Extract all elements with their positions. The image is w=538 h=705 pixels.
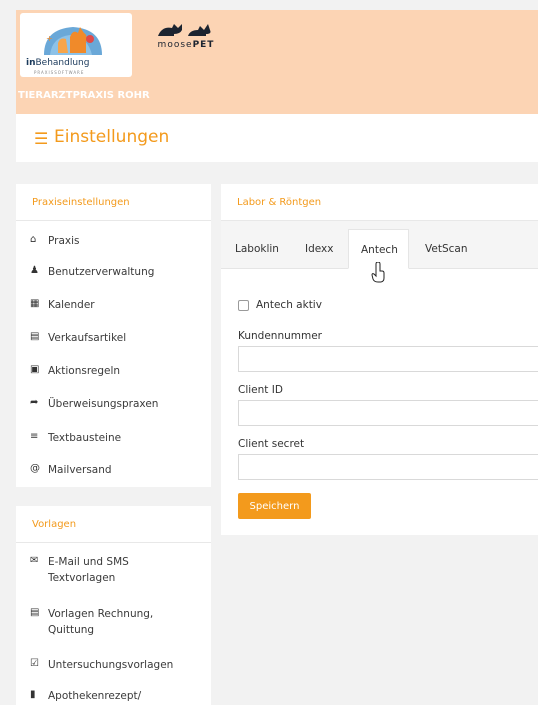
sidebar-item-label-line2: Quittung xyxy=(48,624,95,636)
tab-antech-label: Antech xyxy=(361,244,398,256)
practice-name: TIERARZTPRAXIS ROHR xyxy=(18,90,150,101)
client-id-input[interactable] xyxy=(238,400,538,426)
sidebar-item-label: Apothekenrezept/ xyxy=(48,690,142,702)
sidebar-item-label: Mailversand xyxy=(48,464,112,476)
client-secret-input[interactable] xyxy=(238,454,538,480)
antech-active-label: Antech aktiv xyxy=(256,299,322,311)
sidebar-item-email-sms-textvorlagen[interactable]: ✉ E-Mail und SMS Textvorlagen xyxy=(30,554,129,586)
tab-vetscan[interactable]: VetScan xyxy=(425,229,467,269)
sidebar-item-label-line2: Textvorlagen xyxy=(48,572,116,584)
pet-text: PET xyxy=(192,40,215,50)
sidebar-item-label: Verkaufsartikel xyxy=(48,332,127,344)
templates-sidebar: Vorlagen ✉ E-Mail und SMS Textvorlagen ▤ … xyxy=(16,506,211,705)
sidebar-item-label: Aktionsregeln xyxy=(48,365,121,377)
sidebar-item-ueberweisungspraxen[interactable]: ➦ Überweisungspraxen xyxy=(30,396,158,412)
cart-icon: ▤ xyxy=(30,331,40,342)
antech-active-row[interactable]: Antech aktiv xyxy=(238,299,322,311)
sidebar-item-apothekenrezept[interactable]: ▮ Apothekenrezept/ xyxy=(30,688,141,704)
moose-text: moose xyxy=(157,40,193,50)
antech-active-checkbox[interactable] xyxy=(238,299,249,311)
robot-icon: ▣ xyxy=(30,364,40,375)
sidebar-item-label: Praxis xyxy=(48,235,80,247)
lab-section-title: Labor & Röntgen xyxy=(221,184,538,221)
sidebar-item-label: Benutzerverwaltung xyxy=(48,266,155,278)
receipt-icon: ▤ xyxy=(30,607,40,618)
hand-cursor-icon xyxy=(371,262,385,283)
share-icon: ➦ xyxy=(30,397,39,408)
home-icon: ⌂ xyxy=(30,234,37,245)
kundennummer-input[interactable] xyxy=(238,346,538,372)
at-icon: @ xyxy=(30,463,40,474)
app-header: + inBehandlung PRAXISSOFTWARE moosePET T… xyxy=(16,10,538,114)
sidebar-item-label: Textbausteine xyxy=(48,432,122,444)
sidebar-item-label: Kalender xyxy=(48,299,95,311)
svg-text:+: + xyxy=(46,34,53,43)
logo-text-rest: Behandlung xyxy=(35,58,90,68)
save-button[interactable]: Speichern xyxy=(238,493,311,519)
envelope-icon: ✉ xyxy=(30,555,39,566)
lab-settings-panel: Labor & Röntgen Laboklin Idexx Antech Ve… xyxy=(221,184,538,535)
tab-idexx[interactable]: Idexx xyxy=(305,229,333,269)
page-title: Einstellungen xyxy=(54,127,170,147)
sidebar-item-verkaufsartikel[interactable]: ▤ Verkaufsartikel xyxy=(30,330,126,346)
settings-sidebar: Praxiseinstellungen ⌂ Praxis ♟ Benutzerver… xyxy=(16,184,211,487)
sidebar-item-benutzerverwaltung[interactable]: ♟ Benutzerverwaltung xyxy=(30,264,154,280)
text-lines-icon: ≡ xyxy=(30,431,39,442)
sidebar-item-label: Überweisungspraxen xyxy=(48,398,159,410)
file-icon: ▮ xyxy=(30,689,36,700)
checkbox-icon: ☑ xyxy=(30,658,39,669)
settings-section-title: Praxiseinstellungen xyxy=(16,184,211,221)
sidebar-item-label-line1: E-Mail und SMS xyxy=(48,556,129,568)
calendar-icon: ▦ xyxy=(30,298,40,309)
tab-laboklin[interactable]: Laboklin xyxy=(235,229,279,269)
moose-silhouette-icon xyxy=(158,24,211,36)
logo-subtext: PRAXISSOFTWARE xyxy=(34,70,85,75)
logo-text-bold: in xyxy=(26,58,36,68)
sidebar-item-praxis[interactable]: ⌂ Praxis xyxy=(30,233,80,249)
inbehandlung-logo[interactable]: + inBehandlung PRAXISSOFTWARE xyxy=(20,13,132,77)
moosepet-logo[interactable]: moosePET xyxy=(144,22,228,58)
sidebar-item-label: Untersuchungsvorlagen xyxy=(48,659,174,671)
client-id-label: Client ID xyxy=(238,384,283,396)
users-gear-icon: ♟ xyxy=(30,265,39,276)
templates-section-title: Vorlagen xyxy=(16,506,211,543)
sidebar-item-label-line1: Vorlagen Rechnung, xyxy=(48,608,154,620)
sidebar-item-aktionsregeln[interactable]: ▣ Aktionsregeln xyxy=(30,363,120,379)
logo-animals-icon: + xyxy=(44,27,102,55)
sidebar-item-textbausteine[interactable]: ≡ Textbausteine xyxy=(30,430,121,446)
page-titlebar: ☰ Einstellungen xyxy=(16,114,538,162)
client-secret-label: Client secret xyxy=(238,438,305,450)
sidebar-item-mailversand[interactable]: @ Mailversand xyxy=(30,462,112,478)
sidebar-item-vorlagen-rechnung[interactable]: ▤ Vorlagen Rechnung, Quittung xyxy=(30,606,153,638)
hamburger-icon[interactable]: ☰ xyxy=(34,129,48,148)
sidebar-item-kalender[interactable]: ▦ Kalender xyxy=(30,297,95,313)
kundennummer-label: Kundennummer xyxy=(238,330,322,342)
sidebar-item-untersuchungsvorlagen[interactable]: ☑ Untersuchungsvorlagen xyxy=(30,657,173,673)
